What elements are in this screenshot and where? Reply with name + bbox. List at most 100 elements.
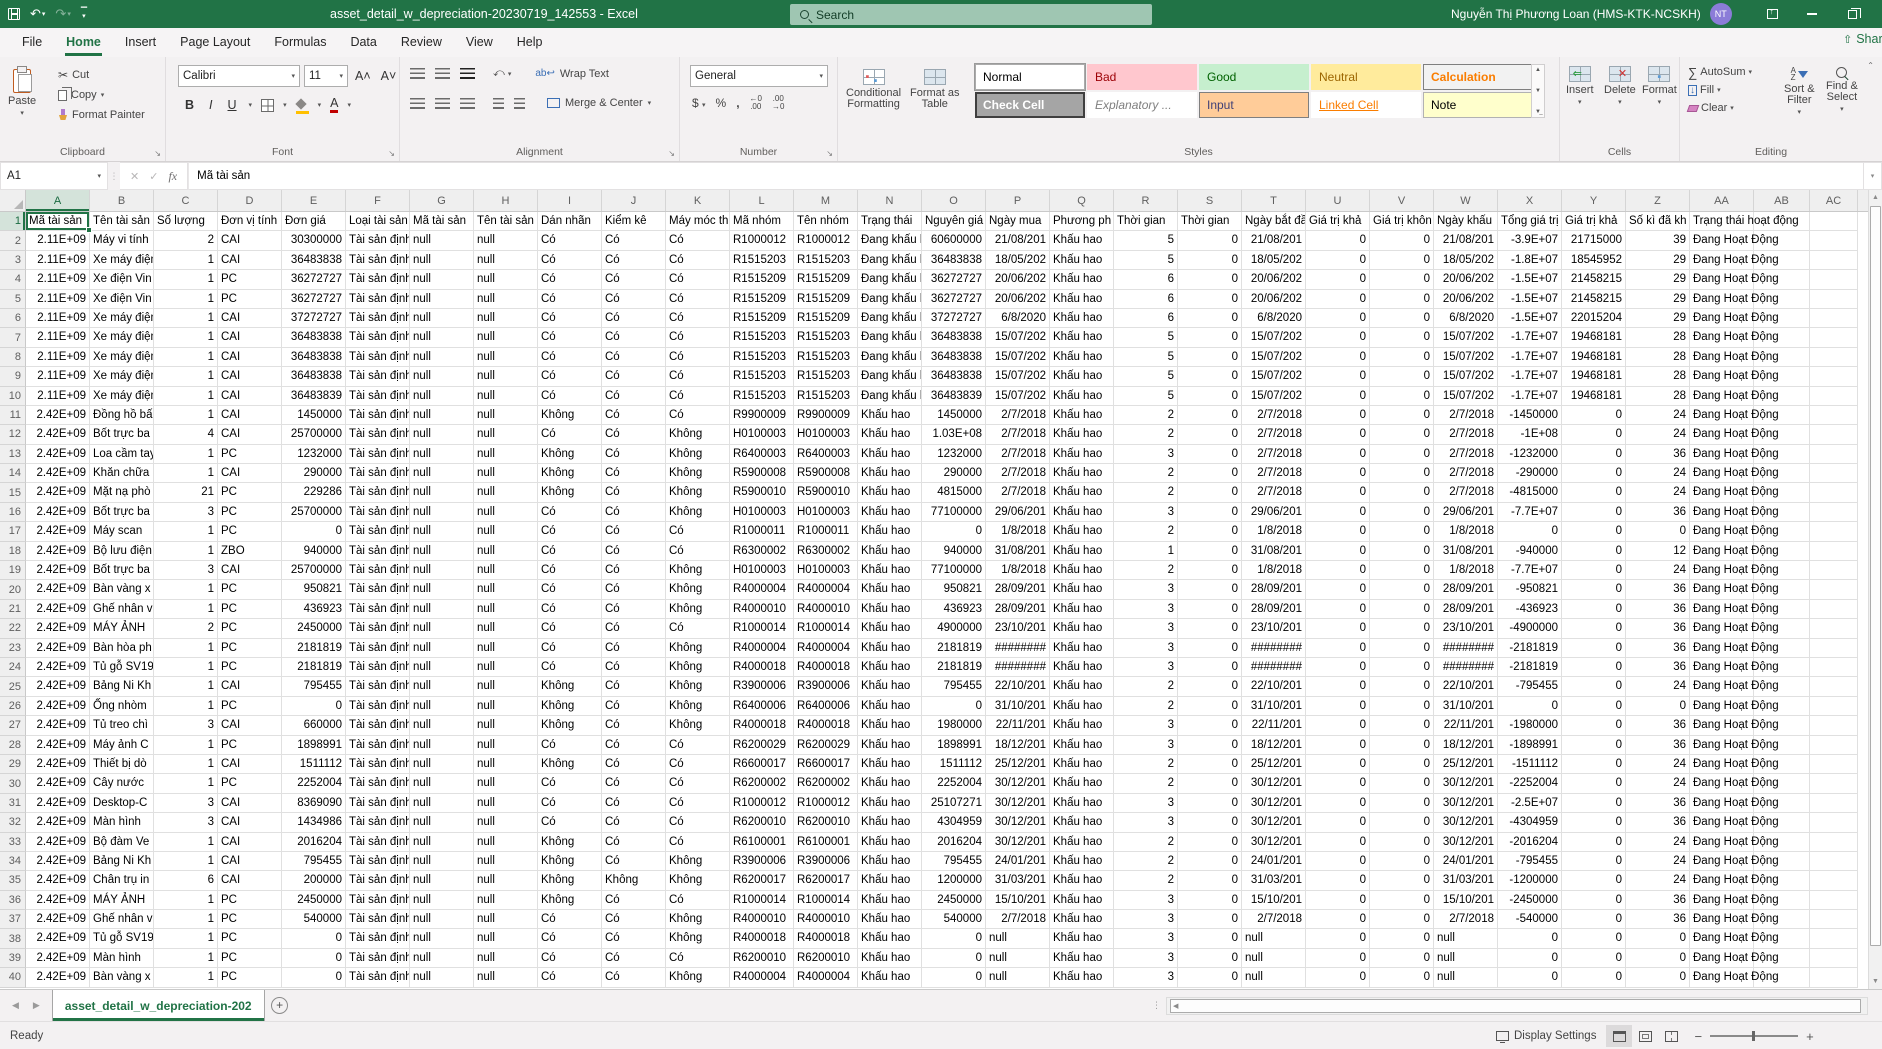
cell-G33[interactable]: null [410, 833, 474, 852]
cell-Y12[interactable]: 0 [1562, 425, 1626, 444]
cell-G30[interactable]: null [410, 774, 474, 793]
cell-R26[interactable]: 2 [1114, 697, 1178, 716]
clear-button[interactable]: Clear ▾ [1688, 99, 1752, 117]
cell-L24[interactable]: R4000018 [730, 658, 794, 677]
cell-F8[interactable]: Tài sản định [346, 348, 410, 367]
cell-U25[interactable]: 0 [1306, 677, 1370, 696]
cell-P2[interactable]: 21/08/201 [986, 231, 1050, 250]
cell-M19[interactable]: H0100003 [794, 561, 858, 580]
cell-O33[interactable]: 2016204 [922, 833, 986, 852]
cell-P11[interactable]: 2/7/2018 [986, 406, 1050, 425]
cell-Y6[interactable]: 22015204 [1562, 309, 1626, 328]
cell-X9[interactable]: -1.7E+07 [1498, 367, 1562, 386]
cell-U30[interactable]: 0 [1306, 774, 1370, 793]
cell-Z24[interactable]: 36 [1626, 658, 1690, 677]
cell-Q34[interactable]: Khấu hao [1050, 852, 1114, 871]
cell-K5[interactable]: Có [666, 290, 730, 309]
cell-AA32[interactable]: Đang Hoạt Động [1690, 813, 1754, 832]
cell-AC16[interactable] [1810, 503, 1858, 522]
normal-view-button[interactable] [1606, 1025, 1632, 1047]
merge-center-button[interactable]: Merge & Center ▾ [547, 97, 651, 109]
cell-O8[interactable]: 36483838 [922, 348, 986, 367]
cell-W31[interactable]: 30/12/201 [1434, 794, 1498, 813]
cell-AC3[interactable] [1810, 251, 1858, 270]
cell-L11[interactable]: R9900009 [730, 406, 794, 425]
cell-C3[interactable]: 1 [154, 251, 218, 270]
cell-Y14[interactable]: 0 [1562, 464, 1626, 483]
decrease-indent-button[interactable] [493, 98, 504, 109]
cell-P23[interactable]: ######## [986, 639, 1050, 658]
display-settings-button[interactable]: Display Settings [1496, 1030, 1596, 1042]
cell-L16[interactable]: H0100003 [730, 503, 794, 522]
horizontal-scroll-track[interactable]: ◀ [1166, 997, 1868, 1015]
decrease-font-size-button[interactable]: A˅ [378, 69, 400, 83]
cell-V11[interactable]: 0 [1370, 406, 1434, 425]
cell-A37[interactable]: 2.42E+09 [26, 910, 90, 929]
cell-Q19[interactable]: Khấu hao [1050, 561, 1114, 580]
cell-V5[interactable]: 0 [1370, 290, 1434, 309]
cell-AA21[interactable]: Đang Hoạt Động [1690, 600, 1754, 619]
cell-AC31[interactable] [1810, 794, 1858, 813]
cell-A14[interactable]: 2.42E+09 [26, 464, 90, 483]
cell-I33[interactable]: Không [538, 833, 602, 852]
cell-Z23[interactable]: 36 [1626, 639, 1690, 658]
cell-I11[interactable]: Không [538, 406, 602, 425]
cell-A23[interactable]: 2.42E+09 [26, 639, 90, 658]
cell-M31[interactable]: R1000012 [794, 794, 858, 813]
cell-C8[interactable]: 1 [154, 348, 218, 367]
cell-P40[interactable]: null [986, 968, 1050, 987]
cell-P16[interactable]: 29/06/201 [986, 503, 1050, 522]
cell-AA39[interactable]: Đang Hoạt Động [1690, 949, 1754, 968]
cell-K9[interactable]: Có [666, 367, 730, 386]
save-button[interactable] [8, 8, 20, 20]
cell-Y3[interactable]: 18545952 [1562, 251, 1626, 270]
cell-H30[interactable]: null [474, 774, 538, 793]
cell-E22[interactable]: 2450000 [282, 619, 346, 638]
cell-K6[interactable]: Có [666, 309, 730, 328]
cell-J27[interactable]: Có [602, 716, 666, 735]
share-button[interactable]: ⇧ Share [1843, 32, 1882, 46]
cell-S17[interactable]: 0 [1178, 522, 1242, 541]
cell-M6[interactable]: R1515209 [794, 309, 858, 328]
cell-style-input[interactable]: Input [1199, 92, 1309, 118]
cell-O2[interactable]: 60600000 [922, 231, 986, 250]
cell-L2[interactable]: R1000012 [730, 231, 794, 250]
cell-U13[interactable]: 0 [1306, 445, 1370, 464]
cell-S8[interactable]: 0 [1178, 348, 1242, 367]
cell-R24[interactable]: 3 [1114, 658, 1178, 677]
cell-C20[interactable]: 1 [154, 580, 218, 599]
cell-W35[interactable]: 31/03/201 [1434, 871, 1498, 890]
cell-N1[interactable]: Trạng thái [858, 212, 922, 231]
cell-N28[interactable]: Khấu hao [858, 736, 922, 755]
cell-X4[interactable]: -1.5E+07 [1498, 270, 1562, 289]
cell-AC20[interactable] [1810, 580, 1858, 599]
cell-AC14[interactable] [1810, 464, 1858, 483]
cell-Q38[interactable]: Khấu hao [1050, 929, 1114, 948]
cell-T13[interactable]: 2/7/2018 [1242, 445, 1306, 464]
cell-B40[interactable]: Bàn vàng x [90, 968, 154, 987]
cell-L9[interactable]: R1515203 [730, 367, 794, 386]
cell-F9[interactable]: Tài sản định [346, 367, 410, 386]
cell-C39[interactable]: 1 [154, 949, 218, 968]
confirm-entry-button[interactable]: ✓ [149, 170, 158, 183]
cell-S26[interactable]: 0 [1178, 697, 1242, 716]
insert-cells-button[interactable]: ⇐ Insert ▾ [1566, 57, 1594, 106]
cell-H40[interactable]: null [474, 968, 538, 987]
cell-G24[interactable]: null [410, 658, 474, 677]
cell-G38[interactable]: null [410, 929, 474, 948]
cell-D6[interactable]: CAI [218, 309, 282, 328]
cell-W2[interactable]: 21/08/201 [1434, 231, 1498, 250]
row-header-5[interactable]: 5 [0, 290, 26, 309]
cell-Q23[interactable]: Khấu hao [1050, 639, 1114, 658]
cell-H12[interactable]: null [474, 425, 538, 444]
column-header-D[interactable]: D [218, 190, 282, 211]
cell-J21[interactable]: Có [602, 600, 666, 619]
cell-U15[interactable]: 0 [1306, 483, 1370, 502]
cell-P10[interactable]: 15/07/202 [986, 387, 1050, 406]
cell-Q11[interactable]: Khấu hao [1050, 406, 1114, 425]
cell-L26[interactable]: R6400006 [730, 697, 794, 716]
cell-G22[interactable]: null [410, 619, 474, 638]
cell-K24[interactable]: Không [666, 658, 730, 677]
cell-P29[interactable]: 25/12/201 [986, 755, 1050, 774]
cell-P32[interactable]: 30/12/201 [986, 813, 1050, 832]
